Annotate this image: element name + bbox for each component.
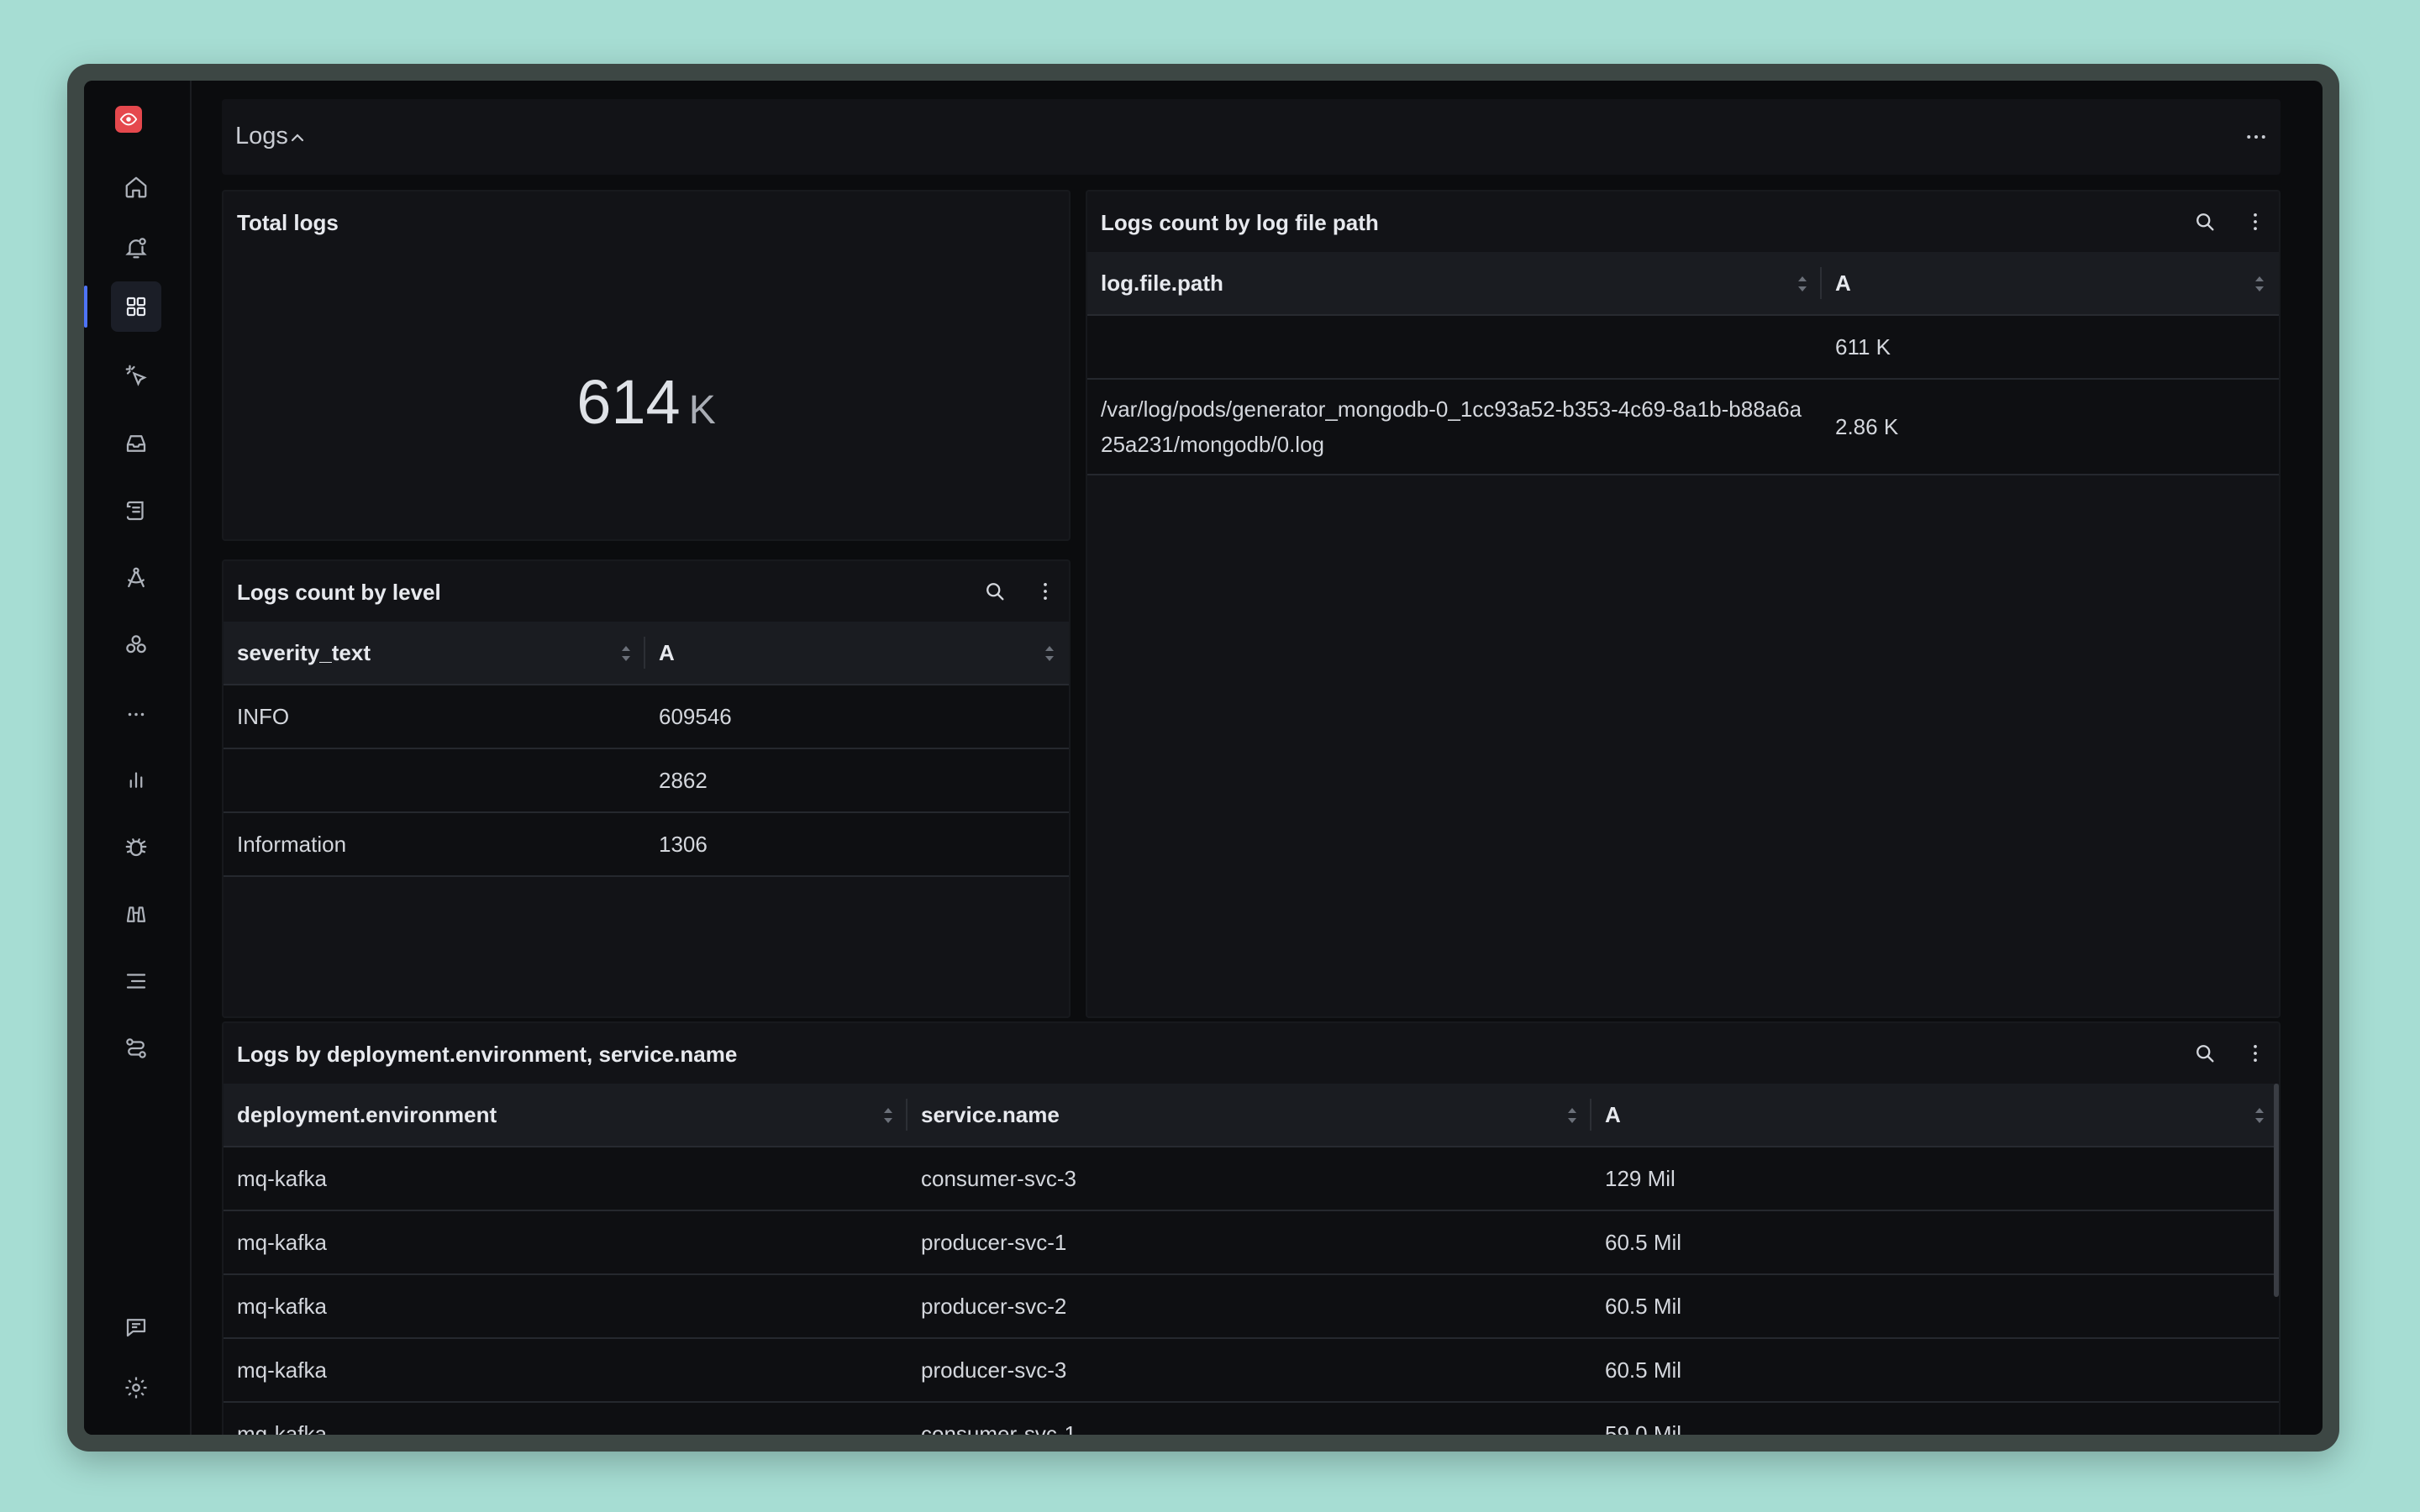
logs-by-env-service-panel: Logs by deployment.environment, service.… — [222, 1021, 2281, 1435]
column-header[interactable]: A — [1822, 252, 2279, 316]
column-header[interactable]: severity_text — [224, 622, 645, 685]
dashboard-title[interactable]: Logs — [235, 123, 288, 150]
table-row[interactable]: Information 1306 — [224, 812, 1069, 877]
level-table: severity_text A INFO 609546 2862 Informat… — [224, 622, 1069, 877]
cluster-icon[interactable] — [111, 620, 161, 670]
search-icon[interactable] — [2191, 208, 2218, 235]
bar-chart-icon[interactable] — [111, 754, 161, 805]
panel-title: Logs count by level — [237, 580, 441, 605]
list-indent-icon[interactable] — [111, 956, 161, 1006]
column-header[interactable]: log.file.path — [1087, 252, 1822, 316]
path-table: log.file.path A 611 K /var/log/pods/gene… — [1087, 252, 2279, 475]
column-header[interactable]: A — [645, 622, 1069, 685]
table-row[interactable]: 2862 — [224, 748, 1069, 813]
value-number: 614 — [576, 367, 681, 437]
logo-icon[interactable] — [115, 106, 142, 133]
search-icon[interactable] — [981, 578, 1008, 605]
logs-by-path-panel: Logs count by log file path log.file.pat… — [1086, 190, 2281, 1018]
panel-title: Logs by deployment.environment, service.… — [237, 1042, 738, 1067]
column-header[interactable]: service.name — [908, 1084, 1591, 1147]
sidebar — [84, 81, 192, 1435]
cursor-click-icon[interactable] — [111, 350, 161, 401]
bug-icon[interactable] — [111, 822, 161, 872]
kebab-menu-icon[interactable] — [2242, 208, 2269, 235]
table-row[interactable]: mq-kafka producer-svc-1 60.5 Mil — [224, 1210, 2279, 1275]
table-row[interactable]: mq-kafka consumer-svc-1 59.0 Mil — [224, 1402, 2279, 1435]
sort-icon — [884, 1108, 892, 1123]
sort-icon — [2255, 1108, 2264, 1123]
env-service-table: deployment.environment service.name A mq… — [224, 1084, 2279, 1435]
sort-icon — [2255, 276, 2264, 291]
panel-title: Logs count by log file path — [1101, 210, 1379, 235]
sort-icon — [1568, 1108, 1576, 1123]
active-indicator — [84, 286, 87, 328]
table-row[interactable]: 611 K — [1087, 315, 2279, 380]
column-header[interactable]: deployment.environment — [224, 1084, 908, 1147]
value-unit: K — [688, 388, 716, 433]
table-row[interactable]: mq-kafka consumer-svc-3 129 Mil — [224, 1147, 2279, 1211]
settings-icon[interactable] — [111, 1362, 161, 1413]
dashboard-grid-icon[interactable] — [111, 281, 161, 332]
sort-icon — [1045, 646, 1054, 661]
dashboard-main: Logs Total logs 614 K Logs count by level — [190, 81, 2323, 1435]
scroll-icon[interactable] — [111, 486, 161, 536]
sort-icon — [622, 646, 630, 661]
binoculars-icon[interactable] — [111, 889, 161, 939]
column-header[interactable]: A — [1591, 1084, 2279, 1147]
message-icon[interactable] — [111, 1302, 161, 1352]
table-row[interactable]: /var/log/pods/generator_mongodb-0_1cc93a… — [1087, 379, 2279, 475]
total-logs-value: 614 K — [224, 366, 1069, 438]
table-row[interactable]: mq-kafka producer-svc-3 60.5 Mil — [224, 1338, 2279, 1403]
more-horizontal-icon[interactable] — [111, 687, 161, 738]
table-scrollbar[interactable] — [2274, 1084, 2279, 1297]
inbox-icon[interactable] — [111, 418, 161, 469]
total-logs-panel: Total logs 614 K — [222, 190, 1071, 541]
bell-alert-icon[interactable] — [111, 223, 161, 273]
drafting-compass-icon[interactable] — [111, 553, 161, 603]
table-row[interactable]: INFO 609546 — [224, 685, 1069, 749]
search-icon[interactable] — [2191, 1040, 2218, 1067]
app-window: Logs Total logs 614 K Logs count by level — [84, 81, 2323, 1435]
route-icon[interactable] — [111, 1023, 161, 1074]
more-options-icon[interactable] — [2244, 124, 2269, 150]
kebab-menu-icon[interactable] — [1032, 578, 1059, 605]
table-row[interactable]: mq-kafka producer-svc-2 60.5 Mil — [224, 1274, 2279, 1339]
kebab-menu-icon[interactable] — [2242, 1040, 2269, 1067]
logs-by-level-panel: Logs count by level severity_text A INFO… — [222, 559, 1071, 1018]
dashboard-header: Logs — [222, 99, 2281, 175]
home-icon[interactable] — [111, 162, 161, 213]
chevron-up-icon[interactable] — [287, 128, 308, 148]
sort-icon — [1798, 276, 1807, 291]
panel-title: Total logs — [237, 210, 339, 235]
